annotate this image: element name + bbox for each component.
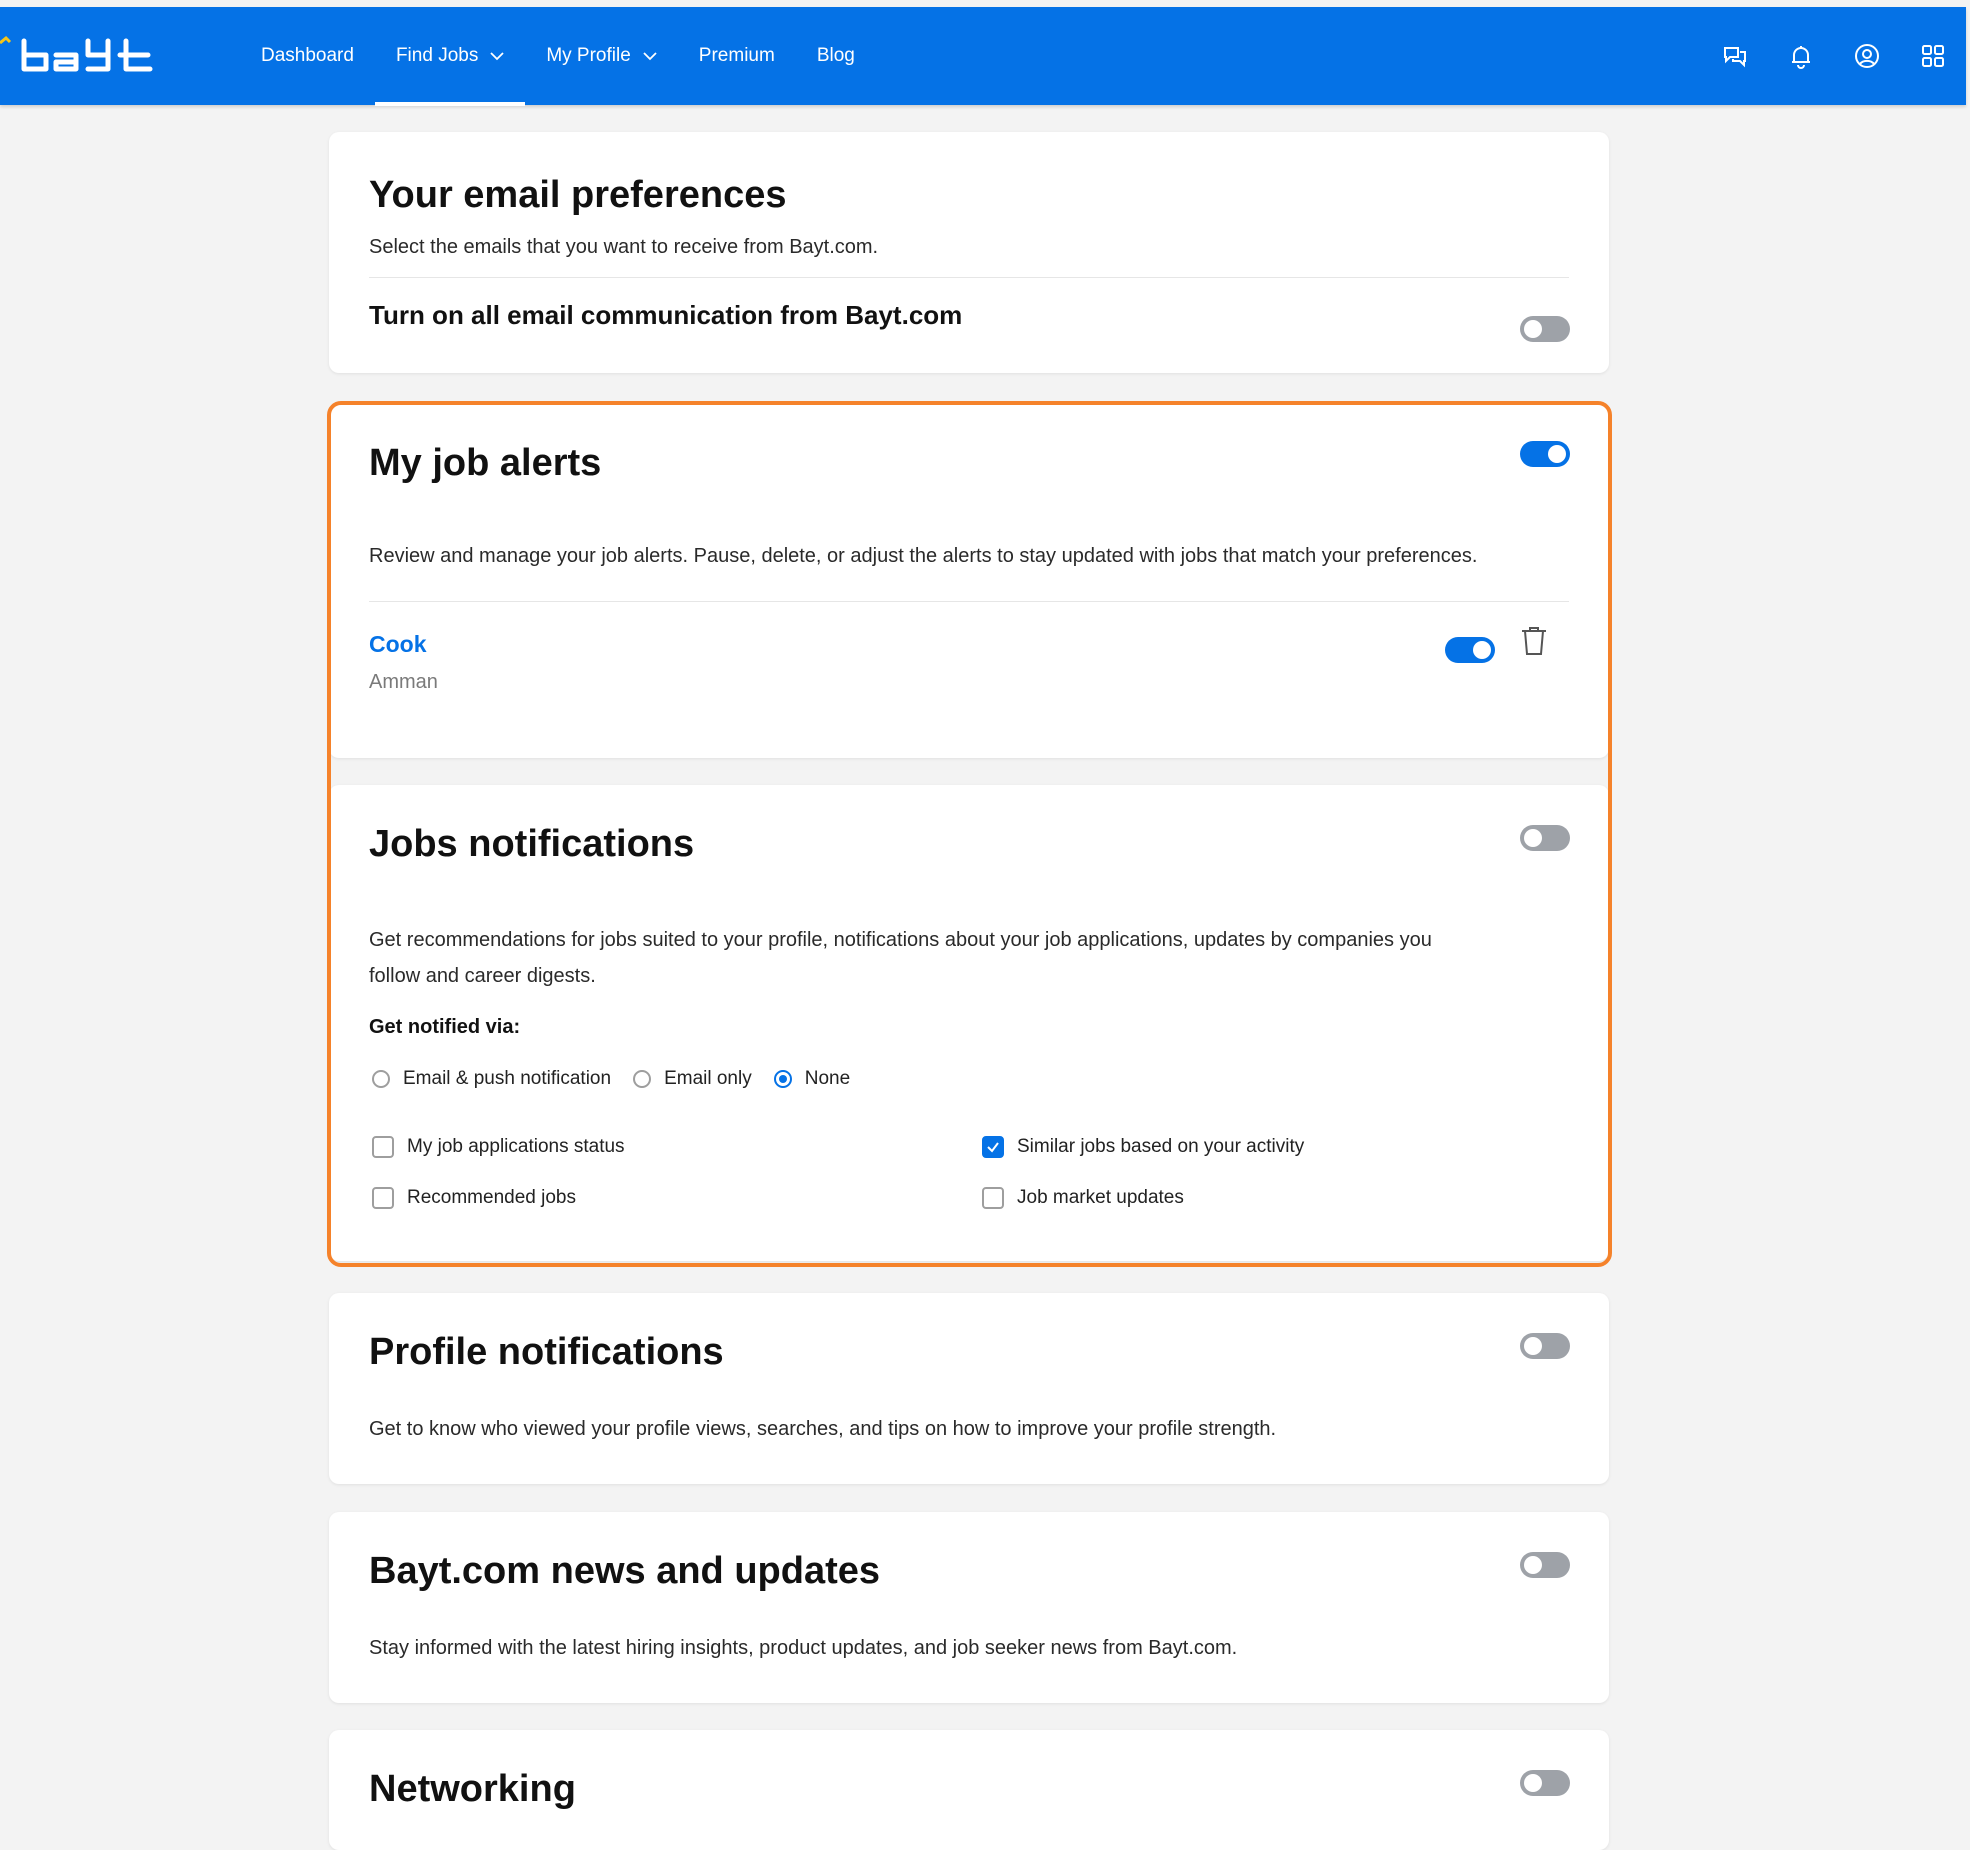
networking-card: Networking (329, 1730, 1609, 1850)
radio-unselected-icon (633, 1070, 652, 1088)
checkbox-job-applications-status-label: My job applications status (407, 1136, 625, 1157)
apps-grid-icon (1922, 45, 1944, 67)
account-button[interactable] (1834, 7, 1900, 105)
divider (369, 277, 1569, 278)
profile-notifications-card: Profile notifications Get to know who vi… (329, 1293, 1609, 1484)
nav-my-profile-label: My Profile (546, 45, 631, 66)
checkbox-unchecked-icon (982, 1187, 1004, 1209)
notifications-button[interactable] (1768, 7, 1834, 105)
news-updates-description: Stay informed with the latest hiring ins… (369, 1637, 1238, 1659)
radio-none[interactable]: None (773, 1068, 851, 1090)
apps-button[interactable] (1900, 7, 1966, 105)
jobs-notifications-description-line2: follow and career digests. (369, 965, 596, 987)
job-alerts-toggle[interactable] (1520, 441, 1570, 467)
job-alerts-description: Review and manage your job alerts. Pause… (369, 545, 1478, 567)
chevron-down-icon (643, 51, 657, 60)
nav-premium[interactable]: Premium (678, 7, 796, 105)
checkbox-job-applications-status[interactable]: My job applications status (372, 1136, 625, 1158)
nav-blog-label: Blog (816, 45, 855, 66)
email-preferences-title: Your email preferences (369, 174, 787, 216)
networking-toggle[interactable] (1520, 1770, 1570, 1796)
radio-email-only-label: Email only (664, 1068, 752, 1089)
profile-notifications-toggle[interactable] (1520, 1333, 1570, 1359)
profile-notifications-title: Profile notifications (369, 1331, 724, 1373)
checkbox-similar-jobs[interactable]: Similar jobs based on your activity (982, 1136, 1304, 1158)
jobs-notifications-toggle[interactable] (1520, 825, 1570, 851)
networking-title: Networking (369, 1768, 576, 1810)
job-alerts-card: My job alerts Review and manage your job… (329, 404, 1609, 758)
nav-find-jobs[interactable]: Find Jobs (374, 7, 526, 106)
radio-email-push[interactable]: Email & push notification (372, 1068, 611, 1090)
alert-location: Amman (369, 671, 438, 693)
chat-icon (1724, 47, 1746, 68)
jobs-notifications-description-line1: Get recommendations for jobs suited to y… (369, 929, 1432, 951)
nav-my-profile[interactable]: My Profile (525, 7, 677, 105)
radio-email-push-label: Email & push notification (403, 1068, 612, 1089)
checkbox-recommended-jobs[interactable]: Recommended jobs (372, 1187, 576, 1209)
nav-find-jobs-label: Find Jobs (395, 45, 479, 66)
messages-button[interactable] (1702, 7, 1768, 105)
checkbox-job-market-updates-label: Job market updates (1017, 1187, 1184, 1208)
checkbox-recommended-jobs-label: Recommended jobs (407, 1187, 576, 1208)
news-updates-card: Bayt.com news and updates Stay informed … (329, 1512, 1609, 1703)
news-updates-toggle[interactable] (1520, 1552, 1570, 1578)
notify-channel-radio-group: Email & push notification Email only Non… (372, 1068, 872, 1090)
checkbox-job-market-updates[interactable]: Job market updates (982, 1187, 1184, 1209)
checkbox-similar-jobs-label: Similar jobs based on your activity (1017, 1136, 1305, 1157)
checkmark-icon (987, 1142, 999, 1153)
top-navigation-bar: Dashboard Find Jobs My Profile Premium B… (0, 7, 1966, 106)
all-email-label: Turn on all email communication from Bay… (369, 300, 963, 330)
trash-icon[interactable] (1519, 625, 1549, 657)
checkbox-unchecked-icon (372, 1136, 394, 1158)
nav-dashboard[interactable]: Dashboard (240, 7, 375, 105)
alert-name-link[interactable]: Cook (369, 631, 427, 658)
radio-none-label: None (804, 1068, 851, 1089)
main-nav: Dashboard Find Jobs My Profile Premium B… (240, 7, 876, 106)
nav-premium-label: Premium (698, 45, 775, 66)
radio-selected-icon (773, 1070, 792, 1088)
news-updates-title: Bayt.com news and updates (369, 1550, 881, 1592)
bayt-logo[interactable] (0, 35, 160, 79)
alert-toggle[interactable] (1445, 637, 1495, 663)
nav-dashboard-label: Dashboard (261, 45, 354, 66)
radio-email-only[interactable]: Email only (633, 1068, 752, 1090)
jobs-notifications-card: Jobs notifications Get recommendations f… (329, 785, 1609, 1261)
user-circle-icon (1855, 44, 1879, 68)
divider (369, 601, 1569, 602)
checkbox-unchecked-icon (372, 1187, 394, 1209)
email-preferences-description: Select the emails that you want to recei… (369, 236, 879, 258)
email-preferences-card: Your email preferences Select the emails… (329, 132, 1609, 373)
notify-via-label: Get notified via: (369, 1016, 521, 1038)
nav-blog[interactable]: Blog (796, 7, 876, 105)
chevron-down-icon (490, 51, 504, 60)
checkbox-checked-icon (982, 1136, 1004, 1158)
all-email-toggle[interactable] (1520, 316, 1570, 342)
bell-icon (1792, 46, 1810, 69)
jobs-notifications-title: Jobs notifications (369, 823, 695, 865)
radio-unselected-icon (372, 1070, 390, 1088)
profile-notifications-description: Get to know who viewed your profile view… (369, 1418, 1277, 1440)
header-actions (1702, 7, 1966, 105)
job-alerts-title: My job alerts (369, 442, 602, 484)
